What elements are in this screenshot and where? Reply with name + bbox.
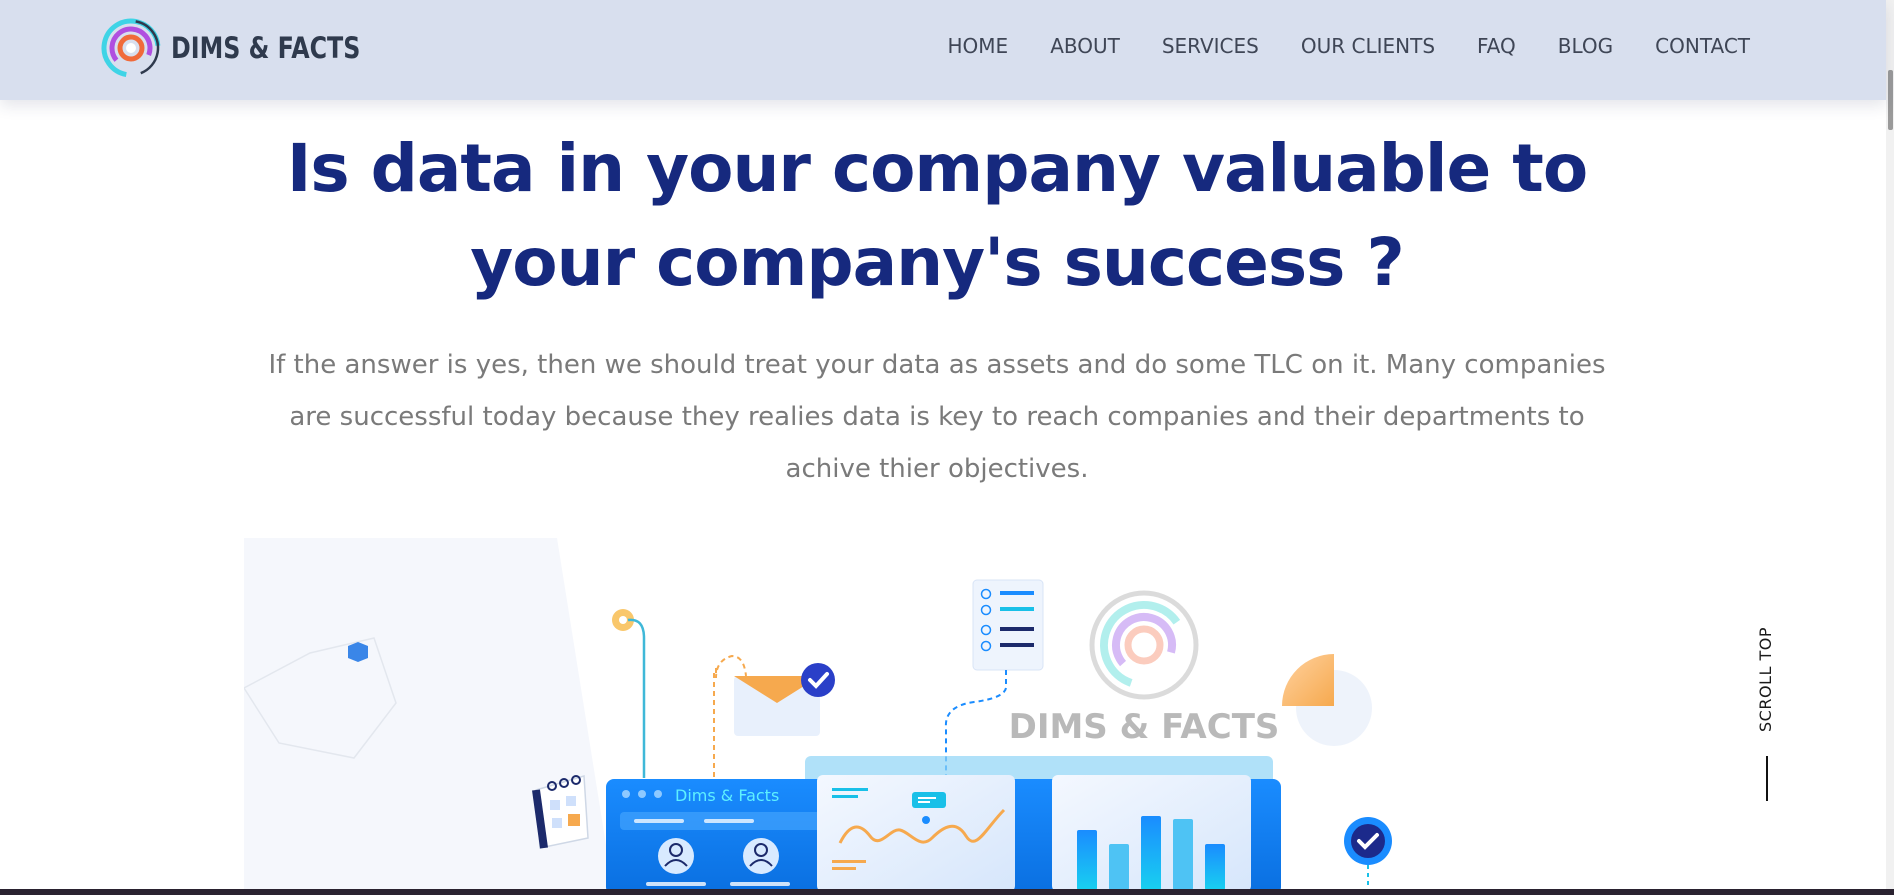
nav-item-our-clients[interactable]: OUR CLIENTS xyxy=(1301,34,1435,58)
checkmark-badge-icon xyxy=(801,663,835,697)
lead-line-3: achive thier objectives. xyxy=(785,454,1089,484)
hero-illustration: DIMS & FACTS Dims & Facts xyxy=(244,538,1392,895)
brand-name: DIMS & FACTS xyxy=(171,31,361,65)
checkmark-badge-icon xyxy=(1344,817,1392,895)
page-scrollbar-thumb[interactable] xyxy=(1888,70,1893,130)
headline-line-1: Is data in your company valuable to xyxy=(286,130,1588,207)
chart-bar xyxy=(1173,819,1193,890)
bar-chart-card xyxy=(1052,775,1251,892)
nav-item-contact[interactable]: CONTACT xyxy=(1655,34,1750,58)
pie-chart-icon xyxy=(1282,654,1372,746)
nav-item-blog[interactable]: BLOG xyxy=(1558,34,1613,58)
headline-line-2: your company's success ? xyxy=(470,224,1404,301)
checklist-doc-icon xyxy=(972,579,1044,671)
scroll-top-line xyxy=(1766,756,1768,801)
nav-item-faq[interactable]: FAQ xyxy=(1477,34,1516,58)
lead-line-2: are successful today because they realie… xyxy=(289,402,1585,432)
scroll-top-button[interactable]: SCROLL TOP xyxy=(1742,626,1794,806)
hexagon-icon xyxy=(348,642,368,662)
brand-logo[interactable]: DIMS & FACTS xyxy=(101,18,402,78)
chart-bar xyxy=(1077,830,1097,890)
concentric-rings-logo-icon xyxy=(101,18,161,78)
user-avatar-icon xyxy=(743,838,779,874)
chart-bar xyxy=(1141,816,1161,890)
watermark-logo-icon xyxy=(1089,590,1199,700)
hero-lead-paragraph: If the answer is yes, then we should tre… xyxy=(240,339,1634,495)
chat-bubble-icon xyxy=(912,792,946,808)
page-scrollbar-track[interactable] xyxy=(1886,0,1894,890)
chart-bar xyxy=(1109,844,1129,890)
user-avatar-icon xyxy=(658,838,694,874)
nav-item-services[interactable]: SERVICES xyxy=(1162,34,1259,58)
line-chart-card xyxy=(817,775,1015,892)
nav-item-about[interactable]: ABOUT xyxy=(1050,34,1120,58)
bottom-edge-bar xyxy=(0,889,1894,895)
lead-line-1: If the answer is yes, then we should tre… xyxy=(268,350,1606,380)
app-window-title: Dims & Facts xyxy=(675,786,779,805)
site-header: DIMS & FACTS HOME ABOUT SERVICES OUR CLI… xyxy=(0,0,1886,100)
nav-item-home[interactable]: HOME xyxy=(948,34,1009,58)
hero-headline: Is data in your company valuable to your… xyxy=(0,122,1874,310)
watermark-brand-text: DIMS & FACTS xyxy=(1009,707,1280,747)
main-nav: HOME ABOUT SERVICES OUR CLIENTS FAQ BLOG… xyxy=(906,34,1751,58)
chart-bar xyxy=(1205,844,1225,890)
scroll-top-label: SCROLL TOP xyxy=(1756,627,1775,732)
